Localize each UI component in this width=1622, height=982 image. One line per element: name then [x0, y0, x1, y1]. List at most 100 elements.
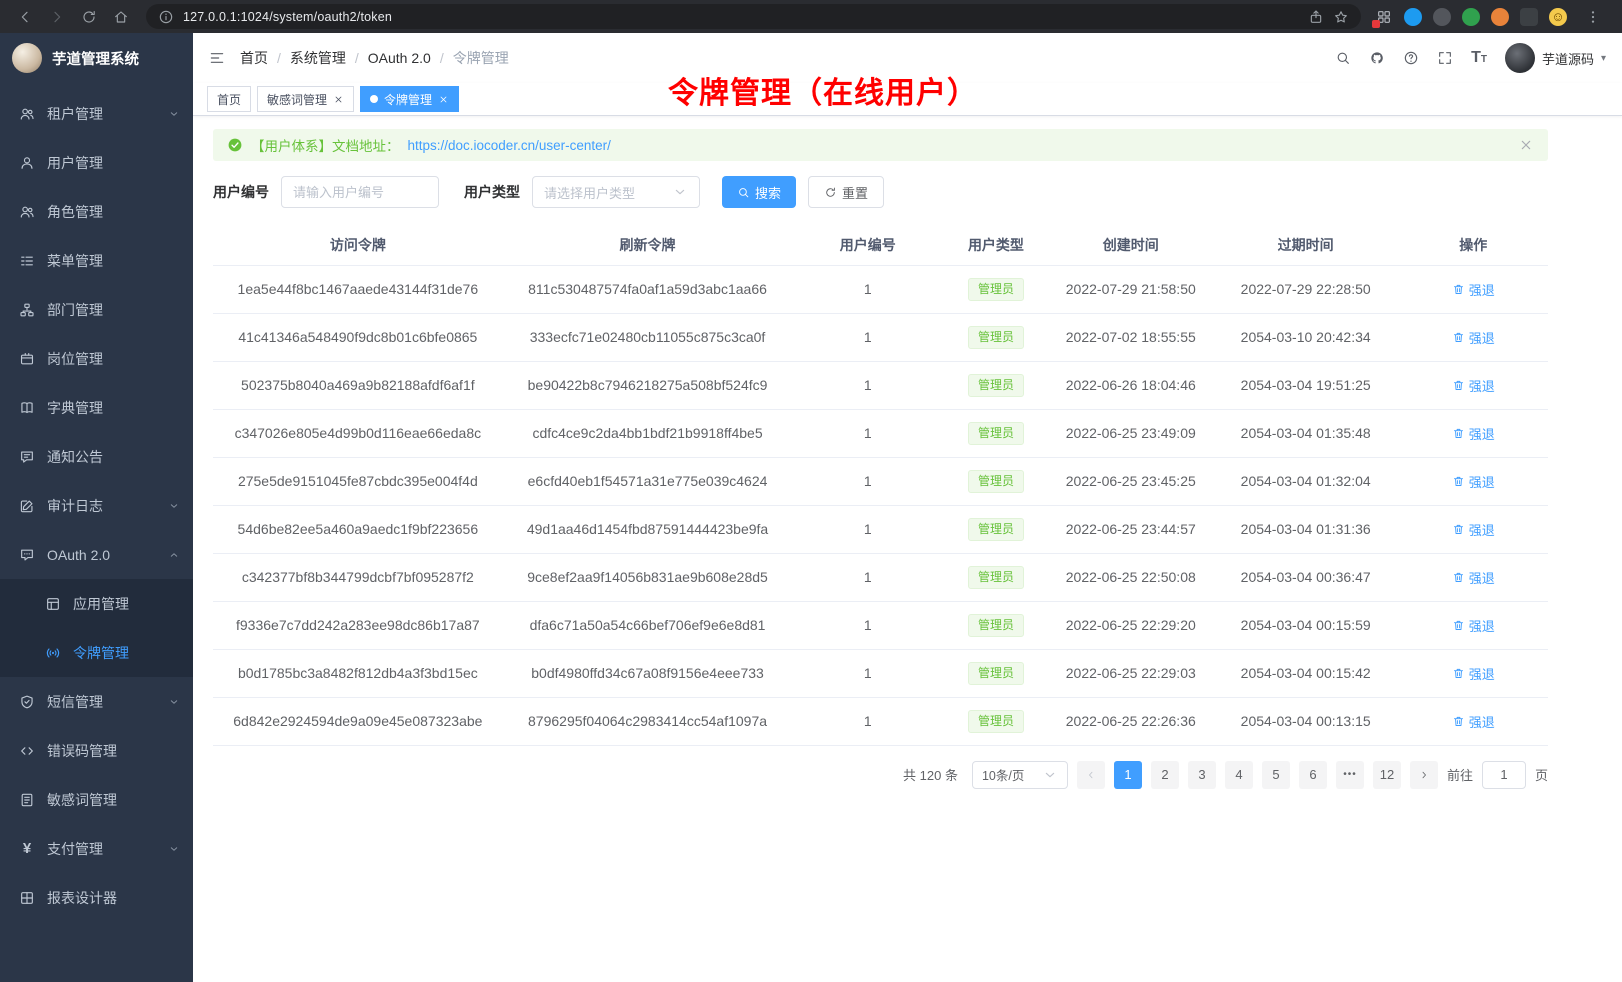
- fullscreen-icon[interactable]: [1437, 50, 1453, 66]
- force-logout-button[interactable]: 强退: [1452, 376, 1495, 395]
- bookmark-star-icon[interactable]: [1333, 9, 1349, 25]
- select-placeholder: 请选择用户类型: [544, 183, 635, 202]
- user-type-select[interactable]: 请选择用户类型: [532, 176, 700, 208]
- sidebar-item-tenant-management[interactable]: 租户管理: [0, 89, 193, 138]
- sidebar-item-notice[interactable]: 通知公告: [0, 432, 193, 481]
- reset-button[interactable]: 重置: [808, 176, 884, 208]
- col-user-type: 用户类型: [943, 225, 1048, 265]
- reload-icon[interactable]: [81, 9, 97, 25]
- expires-cell: 2022-07-29 22:28:50: [1213, 265, 1399, 313]
- sidebar-item-role-management[interactable]: 角色管理: [0, 187, 193, 236]
- sidebar-item-sms-management[interactable]: 短信管理: [0, 677, 193, 726]
- page-button-3[interactable]: 3: [1188, 761, 1216, 789]
- force-logout-button[interactable]: 强退: [1452, 472, 1495, 491]
- extension-icon[interactable]: [1404, 8, 1422, 26]
- extensions-area: ☺: [1371, 8, 1612, 26]
- tab-token-management[interactable]: 令牌管理: [360, 86, 459, 112]
- user-menu[interactable]: 芋道源码 ▾: [1505, 43, 1606, 73]
- forward-icon[interactable]: [49, 9, 65, 25]
- id-card-icon: [19, 351, 35, 367]
- close-icon[interactable]: [438, 94, 449, 105]
- breadcrumb-item-system[interactable]: 系统管理: [268, 48, 346, 68]
- force-logout-button[interactable]: 强退: [1452, 424, 1495, 443]
- sidebar-item-dict-management[interactable]: 字典管理: [0, 383, 193, 432]
- help-icon[interactable]: [1403, 50, 1419, 66]
- page-button-5[interactable]: 5: [1262, 761, 1290, 789]
- sidebar-item-menu-management[interactable]: 菜单管理: [0, 236, 193, 285]
- next-page-button[interactable]: [1410, 761, 1438, 789]
- sidebar-item-audit-log[interactable]: 审计日志: [0, 481, 193, 530]
- trash-icon: [1452, 715, 1465, 728]
- force-logout-button[interactable]: 强退: [1452, 616, 1495, 635]
- browser-profile-avatar[interactable]: ☺: [1549, 8, 1567, 26]
- site-info-icon[interactable]: [158, 9, 174, 25]
- extension-icon[interactable]: [1520, 8, 1538, 26]
- extension-icon[interactable]: [1462, 8, 1480, 26]
- github-icon[interactable]: [1369, 50, 1385, 66]
- chevron-down-icon: [672, 184, 688, 200]
- hamburger-icon[interactable]: [209, 50, 225, 66]
- breadcrumb-item-oauth2[interactable]: OAuth 2.0: [346, 50, 431, 66]
- user-id-label: 用户编号: [213, 182, 269, 202]
- force-logout-button[interactable]: 强退: [1452, 520, 1495, 539]
- page-button-4[interactable]: 4: [1225, 761, 1253, 789]
- page-button-1[interactable]: 1: [1114, 761, 1142, 789]
- table-row: c347026e805e4d99b0d116eae66eda8c cdfc4ce…: [213, 409, 1548, 457]
- doc-link[interactable]: https://doc.iocoder.cn/user-center/: [408, 138, 611, 153]
- more-pages-button[interactable]: •••: [1336, 761, 1364, 789]
- page-button-6[interactable]: 6: [1299, 761, 1327, 789]
- close-icon[interactable]: [333, 94, 344, 105]
- force-logout-button[interactable]: 强退: [1452, 712, 1495, 731]
- back-icon[interactable]: [17, 9, 33, 25]
- sidebar-item-error-code[interactable]: 错误码管理: [0, 726, 193, 775]
- chevron-down-icon: [1042, 767, 1058, 783]
- trash-icon: [1452, 283, 1465, 296]
- tab-sensitive-word[interactable]: 敏感词管理: [257, 86, 354, 112]
- extension-icon[interactable]: [1375, 8, 1393, 26]
- page-button-12[interactable]: 12: [1373, 761, 1401, 789]
- font-size-icon[interactable]: TT: [1471, 50, 1487, 66]
- sidebar-item-oauth2[interactable]: OAuth 2.0: [0, 530, 193, 579]
- sidebar-item-user-management[interactable]: 用户管理: [0, 138, 193, 187]
- user-type-tag: 管理员: [968, 374, 1024, 397]
- force-logout-button[interactable]: 强退: [1452, 328, 1495, 347]
- app-logo[interactable]: 芋道管理系统: [0, 33, 193, 83]
- user-id-cell: 1: [792, 409, 943, 457]
- extension-icon[interactable]: [1433, 8, 1451, 26]
- table-row: 502375b8040a469a9b82188afdf6af1f be90422…: [213, 361, 1548, 409]
- page-button-2[interactable]: 2: [1151, 761, 1179, 789]
- extension-icon[interactable]: [1491, 8, 1509, 26]
- breadcrumb-item-home[interactable]: 首页: [240, 48, 268, 68]
- force-logout-button[interactable]: 强退: [1452, 568, 1495, 587]
- expires-cell: 2054-03-04 01:31:36: [1213, 505, 1399, 553]
- sidebar-item-app-management[interactable]: 应用管理: [0, 579, 193, 628]
- window-icon: [45, 596, 61, 612]
- home-icon[interactable]: [113, 9, 129, 25]
- search-button[interactable]: 搜索: [722, 176, 796, 208]
- search-icon[interactable]: [1335, 50, 1351, 66]
- token-table: 访问令牌 刷新令牌 用户编号 用户类型 创建时间 过期时间 操作: [213, 225, 1548, 746]
- total-count: 共 120 条: [903, 765, 958, 784]
- sidebar-item-label: 用户管理: [47, 153, 103, 173]
- sidebar-item-dept-management[interactable]: 部门管理: [0, 285, 193, 334]
- edit-icon: [19, 498, 35, 514]
- goto-page-input[interactable]: [1482, 761, 1526, 789]
- force-logout-button[interactable]: 强退: [1452, 280, 1495, 299]
- tab-home[interactable]: 首页: [207, 86, 251, 112]
- page-size-select[interactable]: 10条/页: [972, 761, 1068, 789]
- sidebar-item-report-designer[interactable]: 报表设计器: [0, 873, 193, 922]
- close-icon[interactable]: [1518, 137, 1534, 153]
- prev-page-button[interactable]: [1077, 761, 1105, 789]
- address-bar[interactable]: 127.0.0.1:1024/system/oauth2/token: [146, 4, 1361, 29]
- user-id-input[interactable]: [281, 176, 439, 208]
- share-icon[interactable]: [1308, 9, 1324, 25]
- force-logout-button[interactable]: 强退: [1452, 664, 1495, 683]
- browser-menu-icon[interactable]: [1585, 9, 1601, 25]
- sidebar-item-sensitive-word[interactable]: 敏感词管理: [0, 775, 193, 824]
- sidebar-item-label: 报表设计器: [47, 888, 117, 908]
- sidebar-item-pay-management[interactable]: ¥ 支付管理: [0, 824, 193, 873]
- sidebar-item-token-management[interactable]: 令牌管理: [0, 628, 193, 677]
- browser-chrome: 127.0.0.1:1024/system/oauth2/token ☺: [0, 0, 1622, 33]
- sidebar-item-post-management[interactable]: 岗位管理: [0, 334, 193, 383]
- trash-icon: [1452, 667, 1465, 680]
